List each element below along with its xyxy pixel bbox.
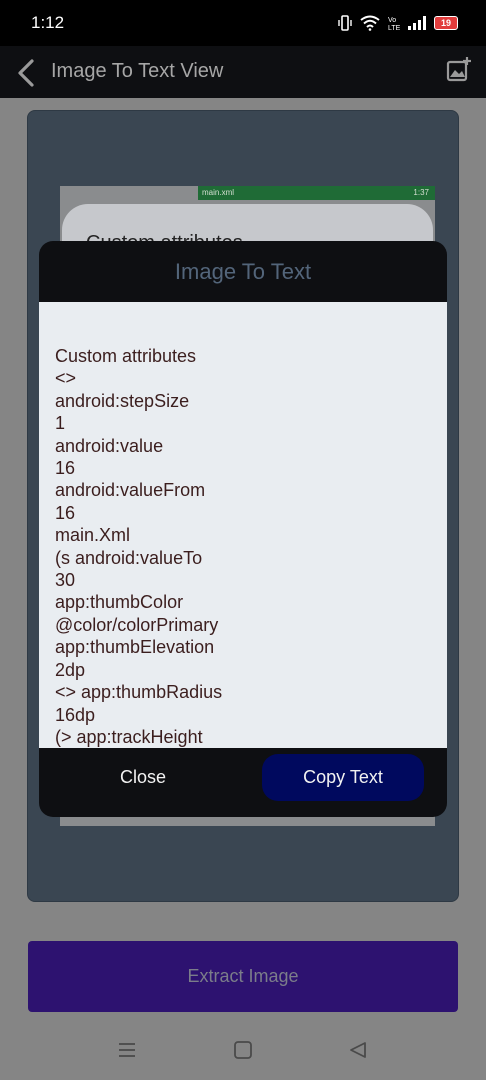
add-image-icon[interactable] <box>446 56 472 82</box>
page-title: Image To Text View <box>51 60 224 82</box>
vibrate-icon <box>338 15 352 31</box>
back-arrow-icon[interactable] <box>14 58 38 88</box>
back-icon[interactable] <box>348 1041 368 1059</box>
dialog-title: Image To Text <box>174 258 312 284</box>
status-time: 1:12 <box>31 13 65 32</box>
text-line: <> <box>55 368 77 389</box>
extract-image-button[interactable]: Extract Image <box>28 941 458 1012</box>
text-line: Custom attributes <box>55 346 197 366</box>
text-line: 16 <box>55 458 76 479</box>
text-line: app:thumbColor <box>55 592 184 613</box>
text-line: app:thumbElevation <box>55 637 215 658</box>
svg-text:Vo: Vo <box>388 17 396 24</box>
text-line: 16 <box>55 502 76 523</box>
text-line: android:stepSize <box>55 390 190 411</box>
text-line: 16dp <box>55 704 96 725</box>
battery-icon: 19 <box>434 16 458 30</box>
text-line: 1 <box>55 413 66 434</box>
wifi-icon <box>360 15 380 31</box>
text-line: android:valueFrom <box>55 480 206 501</box>
signal-icon <box>408 16 426 30</box>
system-nav-bar <box>0 1025 486 1080</box>
text-line: 2dp <box>55 659 86 680</box>
text-line: android:value <box>55 435 164 456</box>
extracted-text: Custom attributes <> android:stepSize 1 … <box>55 345 222 748</box>
app-bar: Image To Text View <box>0 46 486 98</box>
text-line: @color/colorPrimary <box>55 614 219 635</box>
status-icons: Vo LTE 19 <box>338 15 458 31</box>
status-bar: 1:12 Vo LTE 19 <box>0 0 486 46</box>
menu-icon[interactable] <box>117 1041 137 1059</box>
image-to-text-dialog: Image To Text Custom attributes <> andro… <box>39 241 447 817</box>
svg-text:LTE: LTE <box>388 25 400 31</box>
text-line: (> app:trackHeight <box>55 726 203 747</box>
preview-status-bar: main.xml 1:37 <box>198 186 435 200</box>
text-line: 30 <box>55 570 76 591</box>
home-icon[interactable] <box>233 1041 253 1059</box>
close-button[interactable]: Close <box>85 752 201 802</box>
copy-text-button[interactable]: Copy Text <box>262 754 424 801</box>
text-line: main.Xml <box>55 525 131 546</box>
volte-icon: Vo LTE <box>388 17 400 31</box>
extracted-text-area[interactable]: Custom attributes <> android:stepSize 1 … <box>39 302 447 748</box>
text-line: <> app:thumbRadius <box>55 682 223 703</box>
text-line: (s android:valueTo <box>55 547 203 568</box>
